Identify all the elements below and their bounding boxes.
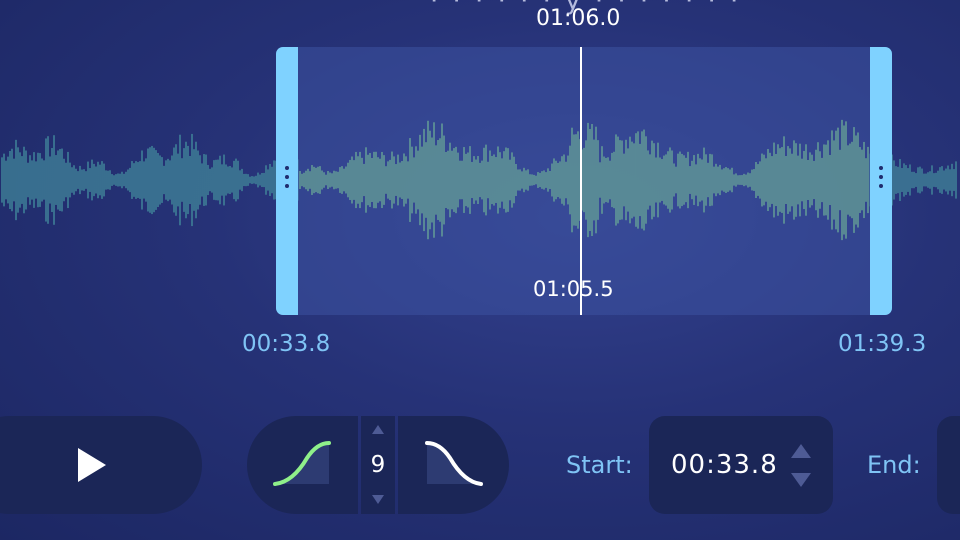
selection-start-handle[interactable]	[276, 47, 298, 315]
fade-in-button[interactable]	[247, 416, 358, 514]
selection-start-time: 00:33.8	[242, 331, 331, 357]
playhead[interactable]	[580, 47, 582, 315]
selection-end-time: 01:39.3	[838, 331, 927, 357]
decrease-arrow-icon[interactable]	[372, 495, 384, 504]
fade-length-value: 9	[370, 452, 386, 478]
fade-length-stepper[interactable]: 9	[361, 416, 395, 514]
fade-in-icon	[273, 441, 331, 486]
start-increase-icon[interactable]	[791, 444, 811, 458]
selection-region[interactable]	[276, 47, 892, 315]
grip-icon	[878, 166, 884, 196]
fade-out-button[interactable]	[398, 416, 509, 514]
start-time-value[interactable]: 00:33.8	[671, 450, 778, 480]
playhead-time: 01:06.0	[536, 6, 621, 31]
end-time-field[interactable]	[937, 416, 960, 514]
start-time-field[interactable]: 00:33.8	[649, 416, 833, 514]
fade-controls: 9	[247, 416, 509, 514]
fade-out-icon	[425, 441, 483, 486]
play-icon	[78, 448, 106, 482]
play-button[interactable]	[0, 416, 202, 514]
start-decrease-icon[interactable]	[791, 473, 811, 487]
selection-end-handle[interactable]	[870, 47, 892, 315]
grip-icon	[284, 166, 290, 196]
cursor-time: 01:05.5	[533, 277, 614, 301]
start-label: Start:	[566, 451, 633, 479]
increase-arrow-icon[interactable]	[372, 425, 384, 434]
end-label: End:	[867, 451, 921, 479]
